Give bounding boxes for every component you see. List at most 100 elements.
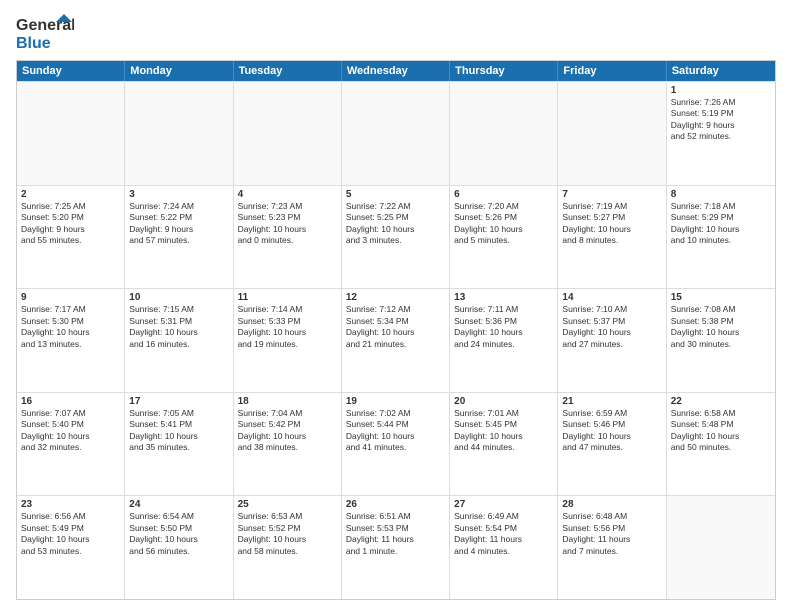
weekday-header: Thursday <box>450 61 558 81</box>
calendar-cell: 9Sunrise: 7:17 AM Sunset: 5:30 PM Daylig… <box>17 289 125 392</box>
day-info: Sunrise: 6:51 AM Sunset: 5:53 PM Dayligh… <box>346 511 445 557</box>
weekday-header: Tuesday <box>234 61 342 81</box>
calendar-cell: 7Sunrise: 7:19 AM Sunset: 5:27 PM Daylig… <box>558 186 666 289</box>
calendar-cell: 12Sunrise: 7:12 AM Sunset: 5:34 PM Dayli… <box>342 289 450 392</box>
calendar-cell: 6Sunrise: 7:20 AM Sunset: 5:26 PM Daylig… <box>450 186 558 289</box>
header: GeneralBlue <box>16 12 776 52</box>
day-info: Sunrise: 7:11 AM Sunset: 5:36 PM Dayligh… <box>454 304 553 350</box>
calendar-cell: 21Sunrise: 6:59 AM Sunset: 5:46 PM Dayli… <box>558 393 666 496</box>
day-number: 7 <box>562 189 661 200</box>
calendar-cell <box>342 82 450 185</box>
day-number: 16 <box>21 396 120 407</box>
day-info: Sunrise: 7:19 AM Sunset: 5:27 PM Dayligh… <box>562 201 661 247</box>
day-info: Sunrise: 7:10 AM Sunset: 5:37 PM Dayligh… <box>562 304 661 350</box>
calendar-cell: 18Sunrise: 7:04 AM Sunset: 5:42 PM Dayli… <box>234 393 342 496</box>
calendar-cell: 10Sunrise: 7:15 AM Sunset: 5:31 PM Dayli… <box>125 289 233 392</box>
day-number: 27 <box>454 499 553 510</box>
calendar-row: 2Sunrise: 7:25 AM Sunset: 5:20 PM Daylig… <box>17 185 775 289</box>
day-info: Sunrise: 7:26 AM Sunset: 5:19 PM Dayligh… <box>671 97 771 143</box>
calendar-cell: 25Sunrise: 6:53 AM Sunset: 5:52 PM Dayli… <box>234 496 342 599</box>
day-number: 1 <box>671 85 771 96</box>
calendar-cell: 11Sunrise: 7:14 AM Sunset: 5:33 PM Dayli… <box>234 289 342 392</box>
day-number: 19 <box>346 396 445 407</box>
calendar-cell <box>450 82 558 185</box>
calendar-cell: 14Sunrise: 7:10 AM Sunset: 5:37 PM Dayli… <box>558 289 666 392</box>
calendar-header-row: SundayMondayTuesdayWednesdayThursdayFrid… <box>17 61 775 81</box>
page: GeneralBlue SundayMondayTuesdayWednesday… <box>0 0 792 612</box>
calendar-cell: 8Sunrise: 7:18 AM Sunset: 5:29 PM Daylig… <box>667 186 775 289</box>
calendar-cell <box>17 82 125 185</box>
day-number: 14 <box>562 292 661 303</box>
calendar-cell <box>558 82 666 185</box>
calendar-cell: 22Sunrise: 6:58 AM Sunset: 5:48 PM Dayli… <box>667 393 775 496</box>
day-number: 15 <box>671 292 771 303</box>
day-number: 2 <box>21 189 120 200</box>
day-info: Sunrise: 7:24 AM Sunset: 5:22 PM Dayligh… <box>129 201 228 247</box>
calendar-cell: 28Sunrise: 6:48 AM Sunset: 5:56 PM Dayli… <box>558 496 666 599</box>
day-number: 6 <box>454 189 553 200</box>
calendar-cell <box>667 496 775 599</box>
day-info: Sunrise: 6:58 AM Sunset: 5:48 PM Dayligh… <box>671 408 771 454</box>
day-number: 10 <box>129 292 228 303</box>
day-number: 11 <box>238 292 337 303</box>
day-number: 13 <box>454 292 553 303</box>
day-number: 3 <box>129 189 228 200</box>
day-number: 26 <box>346 499 445 510</box>
calendar-cell: 13Sunrise: 7:11 AM Sunset: 5:36 PM Dayli… <box>450 289 558 392</box>
calendar-body: 1Sunrise: 7:26 AM Sunset: 5:19 PM Daylig… <box>17 81 775 599</box>
calendar-row: 16Sunrise: 7:07 AM Sunset: 5:40 PM Dayli… <box>17 392 775 496</box>
weekday-header: Wednesday <box>342 61 450 81</box>
calendar-cell: 26Sunrise: 6:51 AM Sunset: 5:53 PM Dayli… <box>342 496 450 599</box>
day-info: Sunrise: 7:25 AM Sunset: 5:20 PM Dayligh… <box>21 201 120 247</box>
day-info: Sunrise: 7:15 AM Sunset: 5:31 PM Dayligh… <box>129 304 228 350</box>
day-number: 25 <box>238 499 337 510</box>
day-number: 18 <box>238 396 337 407</box>
calendar-cell: 17Sunrise: 7:05 AM Sunset: 5:41 PM Dayli… <box>125 393 233 496</box>
calendar-cell: 5Sunrise: 7:22 AM Sunset: 5:25 PM Daylig… <box>342 186 450 289</box>
day-info: Sunrise: 7:12 AM Sunset: 5:34 PM Dayligh… <box>346 304 445 350</box>
calendar: SundayMondayTuesdayWednesdayThursdayFrid… <box>16 60 776 600</box>
svg-text:Blue: Blue <box>16 35 51 52</box>
day-info: Sunrise: 7:08 AM Sunset: 5:38 PM Dayligh… <box>671 304 771 350</box>
calendar-cell: 24Sunrise: 6:54 AM Sunset: 5:50 PM Dayli… <box>125 496 233 599</box>
calendar-cell: 23Sunrise: 6:56 AM Sunset: 5:49 PM Dayli… <box>17 496 125 599</box>
logo: GeneralBlue <box>16 12 74 52</box>
day-number: 20 <box>454 396 553 407</box>
day-info: Sunrise: 7:05 AM Sunset: 5:41 PM Dayligh… <box>129 408 228 454</box>
day-info: Sunrise: 7:14 AM Sunset: 5:33 PM Dayligh… <box>238 304 337 350</box>
day-info: Sunrise: 7:22 AM Sunset: 5:25 PM Dayligh… <box>346 201 445 247</box>
day-number: 5 <box>346 189 445 200</box>
calendar-cell: 27Sunrise: 6:49 AM Sunset: 5:54 PM Dayli… <box>450 496 558 599</box>
day-info: Sunrise: 7:23 AM Sunset: 5:23 PM Dayligh… <box>238 201 337 247</box>
calendar-cell: 19Sunrise: 7:02 AM Sunset: 5:44 PM Dayli… <box>342 393 450 496</box>
logo-icon: GeneralBlue <box>16 12 74 52</box>
day-info: Sunrise: 6:48 AM Sunset: 5:56 PM Dayligh… <box>562 511 661 557</box>
day-info: Sunrise: 7:20 AM Sunset: 5:26 PM Dayligh… <box>454 201 553 247</box>
day-number: 22 <box>671 396 771 407</box>
calendar-row: 1Sunrise: 7:26 AM Sunset: 5:19 PM Daylig… <box>17 81 775 185</box>
day-info: Sunrise: 7:02 AM Sunset: 5:44 PM Dayligh… <box>346 408 445 454</box>
calendar-cell: 16Sunrise: 7:07 AM Sunset: 5:40 PM Dayli… <box>17 393 125 496</box>
day-number: 23 <box>21 499 120 510</box>
day-number: 9 <box>21 292 120 303</box>
calendar-cell <box>125 82 233 185</box>
day-number: 17 <box>129 396 228 407</box>
calendar-cell: 3Sunrise: 7:24 AM Sunset: 5:22 PM Daylig… <box>125 186 233 289</box>
weekday-header: Friday <box>558 61 666 81</box>
calendar-cell: 4Sunrise: 7:23 AM Sunset: 5:23 PM Daylig… <box>234 186 342 289</box>
calendar-row: 23Sunrise: 6:56 AM Sunset: 5:49 PM Dayli… <box>17 495 775 599</box>
calendar-cell: 2Sunrise: 7:25 AM Sunset: 5:20 PM Daylig… <box>17 186 125 289</box>
calendar-cell <box>234 82 342 185</box>
day-number: 8 <box>671 189 771 200</box>
day-info: Sunrise: 6:54 AM Sunset: 5:50 PM Dayligh… <box>129 511 228 557</box>
day-info: Sunrise: 6:49 AM Sunset: 5:54 PM Dayligh… <box>454 511 553 557</box>
day-number: 4 <box>238 189 337 200</box>
calendar-cell: 15Sunrise: 7:08 AM Sunset: 5:38 PM Dayli… <box>667 289 775 392</box>
day-info: Sunrise: 7:18 AM Sunset: 5:29 PM Dayligh… <box>671 201 771 247</box>
day-number: 12 <box>346 292 445 303</box>
calendar-cell: 20Sunrise: 7:01 AM Sunset: 5:45 PM Dayli… <box>450 393 558 496</box>
weekday-header: Sunday <box>17 61 125 81</box>
weekday-header: Monday <box>125 61 233 81</box>
calendar-row: 9Sunrise: 7:17 AM Sunset: 5:30 PM Daylig… <box>17 288 775 392</box>
weekday-header: Saturday <box>667 61 775 81</box>
